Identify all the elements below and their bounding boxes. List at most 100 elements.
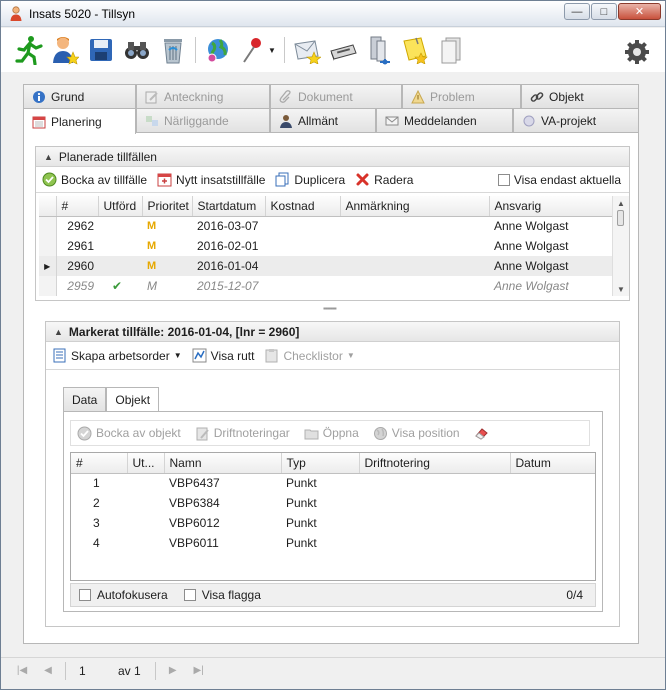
show-current-checkbox[interactable] (497, 173, 510, 186)
table-row[interactable]: 3 VBP6012 Punkt (71, 513, 595, 533)
tab-va-projekt[interactable]: VA-projekt (513, 108, 639, 133)
checklists-button[interactable]: Checklistor ▼ (264, 348, 355, 363)
duplicate-button[interactable]: Duplicera (275, 172, 345, 187)
table-row[interactable]: 2 VBP6384 Punkt (71, 493, 595, 513)
col-cost[interactable]: Kostnad (265, 196, 341, 217)
tab-objekt[interactable]: Objekt (521, 84, 639, 109)
running-man-button[interactable] (11, 32, 47, 68)
cell-obj-operation-note (359, 513, 510, 533)
col-responsible[interactable]: Ansvarig (489, 196, 612, 217)
planned-group-header[interactable]: ▲ Planerade tillfällen (36, 147, 629, 167)
save-button[interactable] (83, 32, 119, 68)
col-remark[interactable]: Anmärkning (340, 196, 490, 217)
create-work-order-button[interactable]: Skapa arbetsorder ▼ (52, 348, 182, 363)
last-page-icon[interactable]: ▶| (190, 662, 208, 680)
user-star-button[interactable] (47, 32, 83, 68)
row-selector[interactable] (39, 276, 57, 296)
collapse-chevron-icon: ▲ (54, 326, 63, 337)
autofocus-checkbox[interactable] (79, 589, 91, 601)
server-network-button[interactable] (361, 32, 397, 68)
cell-obj-done (127, 513, 164, 533)
clipboard-icon (265, 349, 278, 363)
row-selector[interactable] (39, 216, 57, 236)
settings-button[interactable] (619, 34, 655, 70)
project-icon (523, 115, 535, 127)
cell-number: 2959 (67, 279, 94, 293)
tab-allmant[interactable]: Allmänt (270, 108, 376, 133)
tab-objekt-inner[interactable]: Objekt (106, 387, 160, 412)
scanner-button[interactable] (325, 32, 361, 68)
planned-group: ▲ Planerade tillfällen Bocka av tillfäll… (35, 146, 630, 301)
tick-object-label: Bocka av objekt (96, 426, 181, 440)
col-start-date[interactable]: Startdatum (192, 196, 266, 217)
first-page-icon[interactable]: |◀ (13, 662, 31, 680)
trash-button[interactable] (155, 32, 191, 68)
cell-number: 2961 (67, 239, 94, 253)
next-page-icon[interactable]: ▶ (164, 662, 182, 680)
planned-scrollbar[interactable]: ▲ ▼ (612, 196, 629, 296)
globe-button[interactable] (200, 32, 236, 68)
scroll-down-icon[interactable]: ▼ (613, 282, 629, 296)
close-button[interactable]: ✕ (618, 3, 661, 20)
cell-obj-type: Punkt (286, 476, 317, 491)
tab-planering[interactable]: Planering (23, 108, 136, 134)
title-bar: Insats 5020 - Tillsyn — □ ✕ (1, 1, 665, 27)
row-selector-current-icon[interactable]: ▶ (39, 256, 57, 276)
table-row[interactable]: 2959 ✔ M 2015-12-07 Anne Wolgast (39, 276, 612, 296)
gear-icon (625, 40, 649, 64)
table-row[interactable]: 4 VBP6011 Punkt (71, 533, 595, 553)
minimize-button[interactable]: — (564, 3, 590, 20)
scroll-thumb[interactable] (617, 210, 624, 226)
page-number-input[interactable]: 1 (74, 661, 112, 681)
tab-anteckning[interactable]: Anteckning (136, 84, 270, 109)
map-pin-icon (243, 38, 262, 63)
show-current-only[interactable]: Visa endast aktuella (497, 173, 621, 187)
table-row-selected[interactable]: ▶ 2960 M 2016-01-04 Anne Wolgast (39, 256, 612, 276)
show-route-button[interactable]: Visa rutt (192, 348, 254, 363)
tick-occasion-button[interactable]: Bocka av tillfälle (42, 172, 147, 187)
table-row[interactable]: 2962 M 2016-03-07 Anne Wolgast (39, 216, 612, 236)
col-obj-done[interactable]: Ut... (127, 453, 165, 474)
tab-dokument[interactable]: Dokument (270, 84, 402, 109)
scroll-up-icon[interactable]: ▲ (613, 196, 629, 210)
envelope-star-icon (294, 40, 321, 64)
row-selector[interactable] (39, 236, 57, 256)
maximize-button[interactable]: □ (591, 3, 617, 20)
col-number[interactable]: # (56, 196, 99, 217)
documents-button[interactable] (433, 32, 469, 68)
col-obj-name[interactable]: Namn (164, 453, 282, 474)
sticky-note-button[interactable] (397, 32, 433, 68)
tick-object-button[interactable]: Bocka av objekt (77, 426, 181, 441)
tab-narliggande[interactable]: Närliggande (136, 108, 270, 133)
show-position-button[interactable]: Visa position (373, 426, 460, 441)
tab-meddelanden[interactable]: Meddelanden (376, 108, 513, 133)
col-obj-date[interactable]: Datum (510, 453, 595, 474)
eraser-button[interactable] (474, 426, 489, 441)
delete-button[interactable]: Radera (355, 172, 413, 187)
mail-star-button[interactable] (289, 32, 325, 68)
col-done[interactable]: Utförd (98, 196, 143, 217)
col-obj-type[interactable]: Typ (281, 453, 360, 474)
marked-group-header[interactable]: ▲ Markerat tillfälle: 2016-01-04, [lnr =… (46, 322, 619, 342)
binoculars-button[interactable] (119, 32, 155, 68)
open-button[interactable]: Öppna (304, 426, 359, 441)
running-man-icon (15, 36, 43, 65)
splitter-handle[interactable]: ▪▪▪▪▪▪▪ (323, 304, 337, 313)
tab-label: Anteckning (164, 90, 224, 104)
tab-grund[interactable]: Grund (23, 84, 136, 109)
new-occasion-button[interactable]: Nytt insatstillfälle (157, 172, 265, 187)
show-flags-checkbox[interactable] (183, 589, 196, 601)
tab-label: Dokument (298, 90, 353, 104)
operation-notes-button[interactable]: Driftnoteringar (195, 426, 290, 441)
table-row[interactable]: 1 VBP6437 Punkt (71, 473, 595, 493)
col-obj-number[interactable]: # (71, 453, 128, 474)
prev-page-icon[interactable]: ◀ (39, 662, 57, 680)
pin-dropdown-button[interactable]: ▼ (236, 32, 280, 68)
cell-done (98, 236, 142, 256)
table-row[interactable]: 2961 M 2016-02-01 Anne Wolgast (39, 236, 612, 256)
tab-data[interactable]: Data (63, 387, 107, 411)
tab-problem[interactable]: Problem (402, 84, 521, 109)
col-obj-operation-note[interactable]: Driftnotering (359, 453, 511, 474)
col-priority[interactable]: Prioritet (142, 196, 193, 217)
envelope-icon (385, 116, 399, 126)
